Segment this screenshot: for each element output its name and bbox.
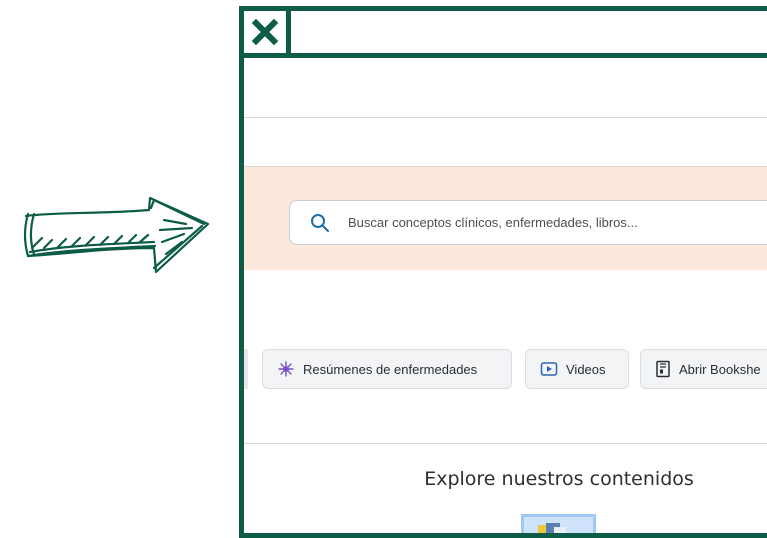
app-window: Resúmenes de enfermedades Videos Abrir B… [239, 6, 767, 538]
section-divider [244, 443, 767, 444]
videos-label: Videos [566, 361, 606, 377]
disease-summaries-button[interactable]: Resúmenes de enfermedades [262, 349, 512, 389]
open-bookshelf-button[interactable]: Abrir Bookshe [640, 349, 767, 389]
hand-drawn-arrow [14, 190, 214, 280]
videos-button[interactable]: Videos [525, 349, 629, 389]
sparkle-icon [277, 360, 295, 378]
play-icon [540, 361, 558, 377]
open-bookshelf-label: Abrir Bookshe [679, 361, 761, 377]
explore-heading: Explore nuestros contenidos [424, 468, 694, 490]
book-icon [655, 360, 671, 378]
search-section [244, 167, 767, 270]
title-bar [244, 11, 767, 58]
search-icon [310, 213, 330, 233]
disease-summaries-label: Resúmenes de enfermedades [303, 361, 478, 377]
header-divider [244, 117, 767, 118]
content-thumbnail[interactable] [521, 514, 596, 533]
search-bar[interactable] [289, 200, 767, 245]
close-icon [251, 18, 279, 46]
content-image-icon [538, 523, 566, 533]
search-input[interactable] [346, 214, 767, 231]
close-button[interactable] [244, 11, 291, 53]
arrow-icon [23, 196, 210, 274]
quick-link-partial[interactable] [244, 349, 248, 389]
